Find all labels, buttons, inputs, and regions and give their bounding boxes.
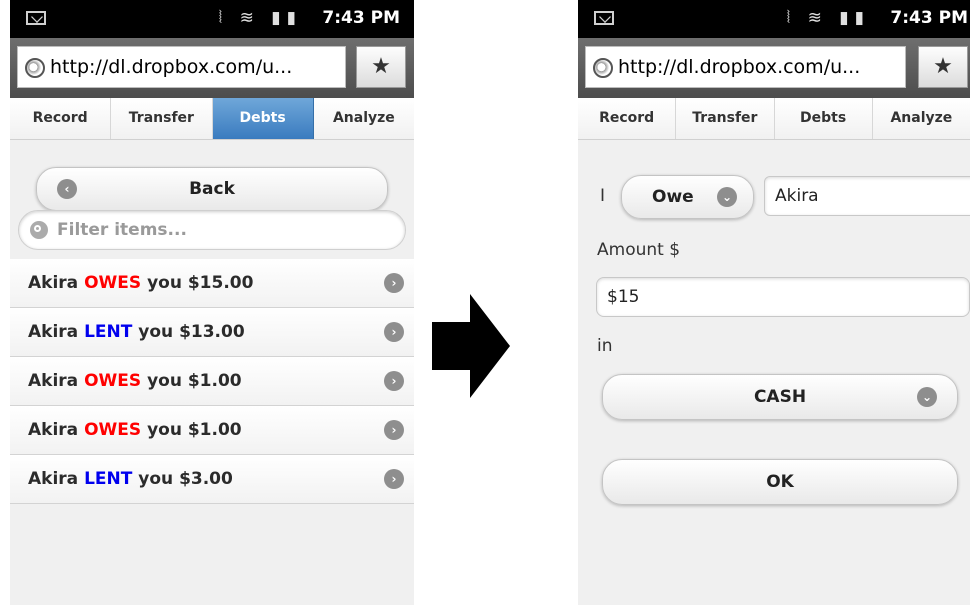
bookmark-icon: ★ — [371, 54, 391, 79]
debt-name: Akira — [28, 322, 79, 342]
debt-amount: you $1.00 — [147, 371, 242, 391]
debt-amount: you $15.00 — [147, 273, 254, 293]
status-time: 7:43 PM — [322, 8, 400, 28]
list-item[interactable]: Akira LENT you $13.00 › — [10, 308, 414, 357]
back-label: Back — [189, 179, 235, 199]
back-button[interactable]: ‹ Back — [36, 167, 388, 211]
debt-verb: LENT — [84, 322, 133, 342]
account-value: CASH — [753, 387, 807, 407]
debt-name: Akira — [28, 469, 79, 489]
status-time: 7:43 PM — [890, 8, 968, 28]
debt-verb: OWES — [84, 273, 142, 293]
globe-icon — [25, 58, 45, 78]
transition-arrow-icon — [432, 294, 510, 398]
status-bar: ⦚ ≋ ▮▮ 7:43 PM — [10, 0, 414, 38]
arrow-left-icon: ‹ — [57, 179, 77, 199]
filter-input[interactable]: Filter items... — [18, 210, 406, 250]
mail-icon — [26, 11, 46, 25]
browser-bar: http://dl.dropbox.com/u... ★ — [578, 38, 970, 98]
tab-analyze[interactable]: Analyze — [872, 98, 970, 139]
debt-name: Akira — [28, 273, 79, 293]
chevron-right-icon: › — [384, 273, 404, 293]
url-text: http://dl.dropbox.com/u... — [50, 56, 293, 78]
debt-verb: OWES — [84, 371, 142, 391]
debt-verb: LENT — [84, 469, 133, 489]
chevron-right-icon: › — [384, 420, 404, 440]
globe-icon — [593, 58, 613, 78]
mail-icon — [594, 11, 614, 25]
url-text: http://dl.dropbox.com/u... — [618, 56, 861, 78]
relation-select[interactable]: Owe ⌄ — [621, 175, 754, 219]
nav-tabs: Record Transfer Debts Analyze — [10, 98, 414, 140]
signal-icons: ⦚ ≋ ▮▮ — [218, 8, 302, 28]
debt-name: Akira — [28, 371, 79, 391]
tab-analyze[interactable]: Analyze — [313, 98, 414, 139]
list-item[interactable]: Akira LENT you $3.00 › — [10, 455, 414, 504]
list-item[interactable]: Akira OWES you $1.00 › — [10, 406, 414, 455]
signal-icons: ⦚ ≋ ▮▮ — [786, 8, 870, 28]
tab-debts[interactable]: Debts — [212, 98, 314, 139]
nav-tabs: Record Transfer Debts Analyze — [578, 98, 970, 140]
chevron-down-icon: ⌄ — [917, 387, 937, 407]
list-item[interactable]: Akira OWES you $1.00 › — [10, 357, 414, 406]
left-screen: ⦚ ≋ ▮▮ 7:43 PM http://dl.dropbox.com/u..… — [10, 0, 414, 605]
in-label: in — [597, 336, 613, 356]
browser-bar: http://dl.dropbox.com/u... ★ — [10, 38, 414, 98]
chevron-right-icon: › — [384, 371, 404, 391]
prefix-label: I — [600, 186, 606, 206]
tab-record[interactable]: Record — [10, 98, 112, 139]
bookmark-button[interactable]: ★ — [918, 46, 968, 88]
amount-label: Amount $ — [597, 240, 681, 260]
tab-debts[interactable]: Debts — [774, 98, 873, 139]
url-field[interactable]: http://dl.dropbox.com/u... — [585, 46, 906, 88]
bookmark-icon: ★ — [933, 54, 953, 79]
ok-button[interactable]: OK — [602, 459, 958, 505]
person-field[interactable]: Akira — [764, 176, 970, 216]
relation-value: Owe — [652, 187, 694, 207]
ok-label: OK — [766, 472, 794, 492]
chevron-right-icon: › — [384, 322, 404, 342]
search-icon — [30, 221, 48, 239]
account-select[interactable]: CASH ⌄ — [602, 374, 958, 420]
url-field[interactable]: http://dl.dropbox.com/u... — [17, 46, 346, 88]
debt-amount: you $3.00 — [138, 469, 233, 489]
debt-amount: you $13.00 — [138, 322, 245, 342]
chevron-right-icon: › — [384, 469, 404, 489]
status-bar: ⦚ ≋ ▮▮ 7:43 PM — [578, 0, 970, 38]
chevron-down-icon: ⌄ — [717, 187, 737, 207]
list-item[interactable]: Akira OWES you $15.00 › — [10, 259, 414, 308]
tab-record[interactable]: Record — [578, 98, 677, 139]
person-value: Akira — [775, 186, 819, 206]
bookmark-button[interactable]: ★ — [356, 46, 406, 88]
debt-verb: OWES — [84, 420, 142, 440]
debt-list: Akira OWES you $15.00 › Akira LENT you $… — [10, 259, 414, 504]
right-screen: ⦚ ≋ ▮▮ 7:43 PM http://dl.dropbox.com/u..… — [578, 0, 970, 605]
tab-transfer[interactable]: Transfer — [676, 98, 775, 139]
filter-placeholder: Filter items... — [57, 220, 187, 240]
amount-field[interactable]: $15 — [596, 277, 970, 317]
debt-name: Akira — [28, 420, 79, 440]
tab-transfer[interactable]: Transfer — [111, 98, 213, 139]
debt-amount: you $1.00 — [147, 420, 242, 440]
amount-value: $15 — [607, 287, 640, 307]
